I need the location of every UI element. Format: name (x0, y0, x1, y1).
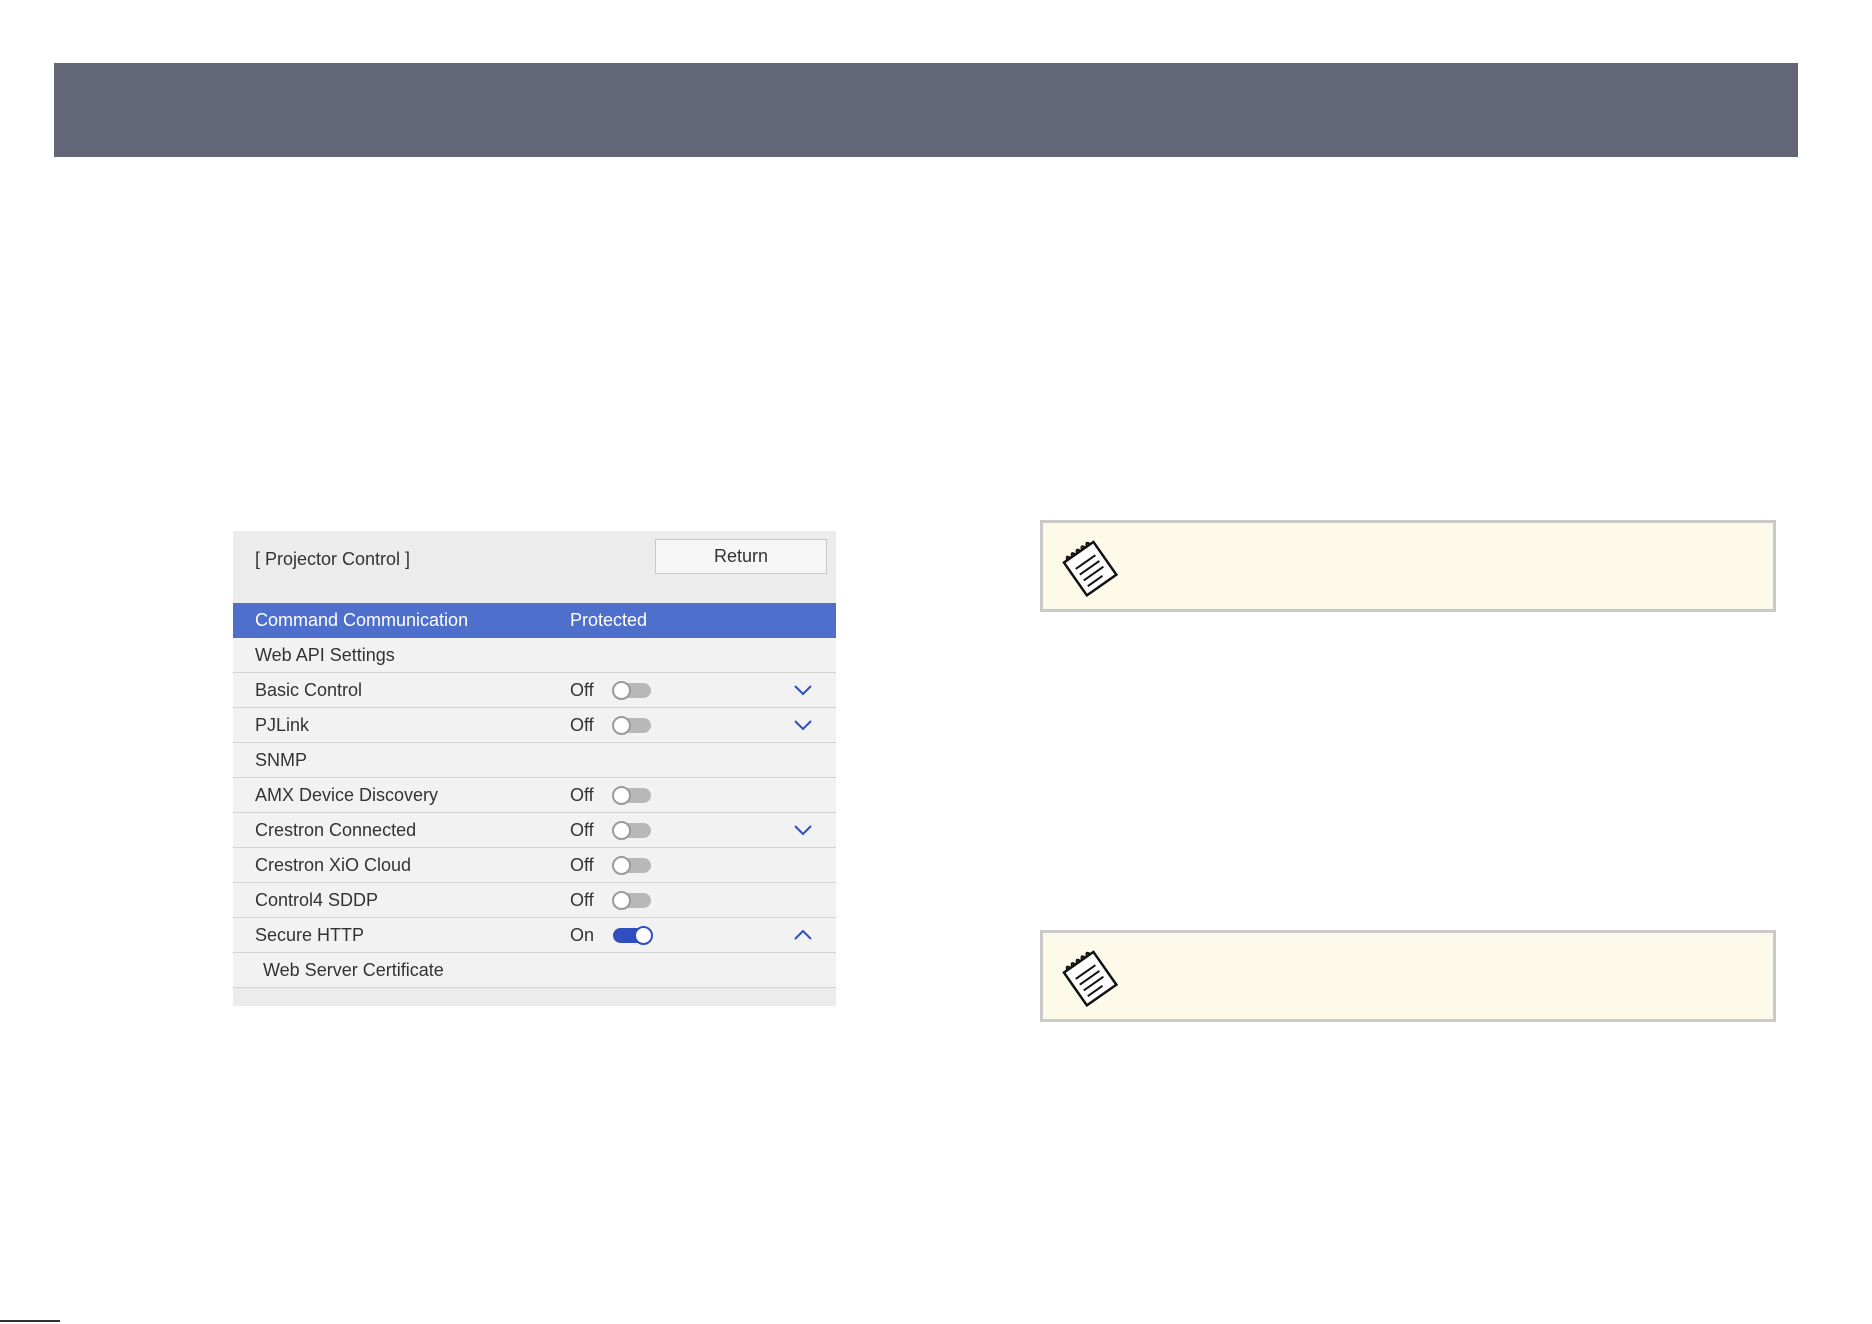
toggle-knob (634, 926, 653, 945)
setting-label: Control4 SDDP (255, 890, 379, 910)
setting-value: Off (570, 855, 594, 875)
footer-rule (0, 1320, 60, 1322)
note-box (1040, 520, 1776, 612)
toggle-switch[interactable] (612, 716, 651, 735)
settings-row[interactable]: SNMP (233, 743, 836, 778)
toggle-knob (612, 821, 631, 840)
setting-label: Command Communication (255, 610, 469, 630)
settings-row[interactable]: Basic Control Off (233, 673, 836, 708)
setting-label: Crestron Connected (255, 820, 417, 840)
toggle-switch[interactable] (612, 821, 651, 840)
setting-label: SNMP (255, 750, 308, 770)
toggle-switch[interactable] (612, 681, 651, 700)
setting-label: Secure HTTP (255, 925, 365, 945)
setting-value: Off (570, 820, 594, 840)
projector-control-panel: [ Projector Control ] Return Command Com… (233, 531, 836, 1006)
settings-row[interactable]: Secure HTTP On (233, 918, 836, 953)
panel-title: [ Projector Control ] (255, 549, 411, 569)
toggle-knob (612, 856, 631, 875)
setting-label: Basic Control (255, 680, 363, 700)
toggle-knob (612, 891, 631, 910)
return-button[interactable]: Return (655, 539, 827, 574)
settings-row[interactable]: Command Communication Protected (233, 603, 836, 638)
note-box (1040, 930, 1776, 1022)
toggle-switch[interactable] (612, 856, 651, 875)
chevron-up-icon[interactable] (793, 926, 813, 944)
setting-value: On (570, 925, 595, 945)
settings-row[interactable]: Control4 SDDP Off (233, 883, 836, 918)
setting-label: PJLink (255, 715, 310, 735)
setting-label: Web Server Certificate (263, 960, 444, 980)
setting-label: AMX Device Discovery (255, 785, 439, 805)
chevron-down-icon[interactable] (793, 821, 813, 839)
settings-row[interactable]: PJLink Off (233, 708, 836, 743)
settings-row[interactable]: Web Server Certificate (233, 953, 836, 988)
settings-row[interactable]: AMX Device Discovery Off (233, 778, 836, 813)
setting-label: Web API Settings (255, 645, 395, 665)
setting-value: Off (570, 715, 594, 735)
toggle-switch[interactable] (612, 786, 651, 805)
notepad-icon (1062, 950, 1119, 1007)
setting-value: Off (570, 890, 594, 910)
toggle-switch[interactable] (612, 891, 651, 910)
setting-value: Off (570, 785, 594, 805)
settings-row[interactable]: Crestron XiO Cloud Off (233, 848, 836, 883)
settings-row[interactable]: Crestron Connected Off (233, 813, 836, 848)
settings-list: Command Communication Protected Web API Se… (233, 603, 836, 988)
setting-value: Protected (570, 610, 648, 630)
page-header-bar (54, 63, 1798, 157)
toggle-knob (612, 681, 631, 700)
chevron-down-icon[interactable] (793, 681, 813, 699)
setting-label: Crestron XiO Cloud (255, 855, 412, 875)
toggle-switch[interactable] (613, 926, 653, 945)
toggle-knob (612, 716, 631, 735)
setting-value: Off (570, 680, 594, 700)
notepad-icon (1062, 540, 1119, 597)
chevron-down-icon[interactable] (793, 716, 813, 734)
settings-row[interactable]: Web API Settings (233, 638, 836, 673)
toggle-knob (612, 786, 631, 805)
